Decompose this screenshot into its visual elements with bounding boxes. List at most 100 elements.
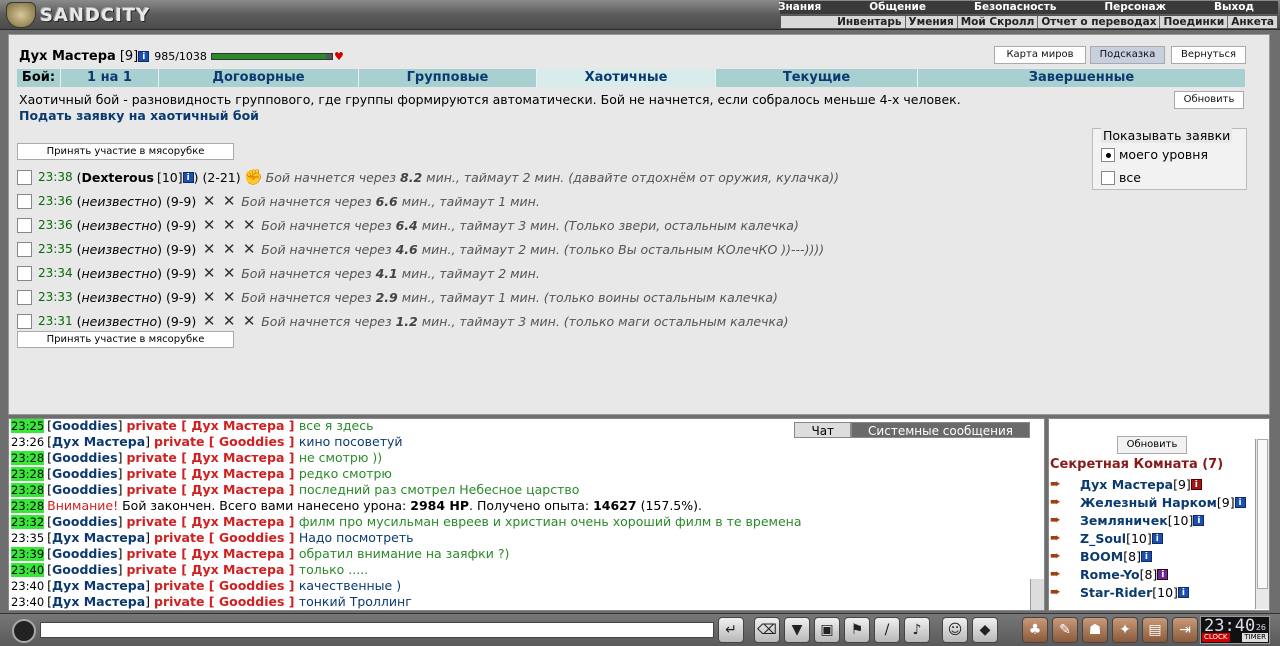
helmet-icon[interactable]: ☗	[1082, 617, 1108, 643]
private-arrow-icon[interactable]: ➨	[1050, 513, 1080, 528]
menu-character[interactable]: Персонаж	[1080, 1, 1190, 14]
chat-recipient[interactable]: Gooddies	[219, 434, 285, 449]
user-name[interactable]: Дух Мастера	[19, 49, 116, 64]
chat-input[interactable]	[40, 622, 714, 638]
info-icon[interactable]: i	[1151, 532, 1163, 544]
run-icon[interactable]: ⚑	[844, 617, 870, 643]
chat-sender[interactable]: Дух Мастера	[52, 594, 145, 609]
filter-option-all[interactable]: все	[1101, 170, 1141, 185]
bid-radio[interactable]	[17, 265, 32, 281]
chat-sender[interactable]: Gooddies	[52, 546, 118, 561]
room-member[interactable]: ➨ Star-Rider [10] i	[1050, 583, 1255, 601]
tab-contract[interactable]: Договорные	[159, 69, 359, 87]
chat-recipient[interactable]: Дух Мастера	[191, 514, 284, 529]
scroll-icon[interactable]: ✎	[1052, 617, 1078, 643]
chat-recipient[interactable]: Дух Мастера	[191, 482, 284, 497]
room-member[interactable]: ➨ Земляничек [10] i	[1050, 511, 1255, 529]
private-arrow-icon[interactable]: ➨	[1050, 531, 1080, 546]
eraser-icon[interactable]: ⌫	[754, 617, 780, 643]
clock-label[interactable]: CLOCK	[1202, 633, 1230, 642]
menu-inventory[interactable]: Инвентарь	[834, 16, 904, 28]
room-member[interactable]: ➨ Дух Мастера [9] i	[1050, 475, 1255, 493]
radio-my-level[interactable]	[1101, 147, 1115, 162]
chat-sender[interactable]: Gooddies	[52, 562, 118, 577]
tab-current[interactable]: Текущие	[716, 69, 918, 87]
bid-radio[interactable]	[17, 241, 32, 257]
private-arrow-icon[interactable]: ➨	[1050, 585, 1080, 600]
hint-button[interactable]: Подсказка	[1090, 46, 1165, 64]
private-arrow-icon[interactable]: ➨	[1050, 477, 1080, 492]
member-name[interactable]: BOOM	[1080, 549, 1123, 564]
menu-security[interactable]: Безопасность	[950, 1, 1080, 14]
tab-chaotic[interactable]: Хаотичные	[537, 69, 716, 87]
tab-system-messages[interactable]: Системные сообщения	[851, 422, 1030, 438]
menu-duels[interactable]: Поединки	[1159, 16, 1227, 28]
menu-scroll[interactable]: Мой Скролл	[956, 16, 1038, 28]
chat-recipient[interactable]: Дух Мастера	[191, 419, 284, 433]
chat-sender[interactable]: Дух Мастера	[52, 578, 145, 593]
info-icon[interactable]: i	[1193, 514, 1205, 526]
info-icon[interactable]: i	[1190, 478, 1202, 490]
member-name[interactable]: Star-Rider	[1080, 585, 1152, 600]
refresh-button[interactable]: Обновить	[1174, 91, 1244, 109]
info-icon[interactable]: i	[138, 51, 150, 62]
room-scrollbar[interactable]	[1255, 439, 1269, 609]
chat-sender[interactable]: Gooddies	[52, 450, 118, 465]
info-icon[interactable]: i	[1177, 586, 1189, 598]
filter-option-my-level[interactable]: моего уровня	[1101, 147, 1208, 162]
member-name[interactable]: Железный Нарком	[1080, 495, 1217, 510]
menu-transfers[interactable]: Отчет о переводах	[1037, 16, 1159, 28]
join-button-top[interactable]: Принять участие в мясорубке	[17, 143, 234, 160]
bid-radio[interactable]	[17, 217, 32, 233]
world-map-button[interactable]: Карта миров	[994, 46, 1086, 64]
bid-creator[interactable]: Dexterous	[81, 170, 153, 185]
chat-recipient[interactable]: Gooddies	[219, 578, 285, 593]
join-button-bottom[interactable]: Принять участие в мясорубке	[17, 331, 234, 348]
tab-1v1[interactable]: 1 на 1	[61, 69, 159, 87]
tab-group[interactable]: Групповые	[359, 69, 537, 87]
chat-recipient[interactable]: Gooddies	[219, 594, 285, 609]
chat-sender[interactable]: Gooddies	[52, 482, 118, 497]
chat-sender[interactable]: Gooddies	[52, 514, 118, 529]
radio-all[interactable]	[1101, 170, 1115, 185]
exit-icon[interactable]: ⇥	[1172, 617, 1198, 643]
private-arrow-icon[interactable]: ➨	[1050, 495, 1080, 510]
timer-label[interactable]: TIMER	[1242, 633, 1268, 642]
chat-scrollbar[interactable]	[1030, 579, 1044, 610]
back-button[interactable]: Вернуться	[1171, 46, 1246, 64]
menu-knowledge[interactable]: Знания	[754, 1, 845, 14]
chat-sender[interactable]: Дух Мастера	[52, 434, 145, 449]
member-name[interactable]: Z_Soul	[1080, 531, 1126, 546]
smiley-icon[interactable]: ☺	[942, 617, 968, 643]
chat-recipient[interactable]: Дух Мастера	[191, 466, 284, 481]
chat-sender[interactable]: Gooddies	[52, 419, 118, 433]
room-member[interactable]: ➨ BOOM [8] i	[1050, 547, 1255, 565]
chat-sender[interactable]: Дух Мастера	[52, 530, 145, 545]
menu-profile[interactable]: Анкета	[1227, 16, 1277, 28]
room-member[interactable]: ➨ Z_Soul [10] i	[1050, 529, 1255, 547]
bid-radio[interactable]	[17, 169, 32, 185]
bag-icon[interactable]: ◆	[972, 617, 998, 643]
send-icon[interactable]: ↵	[718, 617, 744, 643]
tab-chat[interactable]: Чат	[794, 422, 852, 438]
room-refresh-button[interactable]: Обновить	[1117, 436, 1187, 454]
member-name[interactable]: Rome-Yo	[1080, 567, 1140, 582]
menu-skills[interactable]: Умения	[904, 16, 957, 28]
room-member[interactable]: ➨ Rome-Yo [8] i	[1050, 565, 1255, 583]
potion-icon[interactable]: ♣	[1022, 617, 1048, 643]
bid-radio[interactable]	[17, 193, 32, 209]
chat-recipient[interactable]: Дух Мастера	[191, 562, 284, 577]
member-name[interactable]: Дух Мастера	[1080, 477, 1173, 492]
save-icon[interactable]: ▣	[814, 617, 840, 643]
info-icon[interactable]: i	[1140, 550, 1152, 562]
translit-icon[interactable]: /	[874, 617, 900, 643]
bid-radio[interactable]	[17, 313, 32, 329]
private-arrow-icon[interactable]: ➨	[1050, 549, 1080, 564]
filter-icon[interactable]: ▼	[784, 617, 810, 643]
info-icon[interactable]: i	[1157, 568, 1169, 580]
info-icon[interactable]: i	[182, 171, 194, 183]
room-scrollbar-thumb[interactable]	[1257, 439, 1268, 589]
chat-sender[interactable]: Gooddies	[52, 466, 118, 481]
chat-recipient[interactable]: Дух Мастера	[191, 546, 284, 561]
menu-exit[interactable]: Выход	[1190, 1, 1278, 14]
